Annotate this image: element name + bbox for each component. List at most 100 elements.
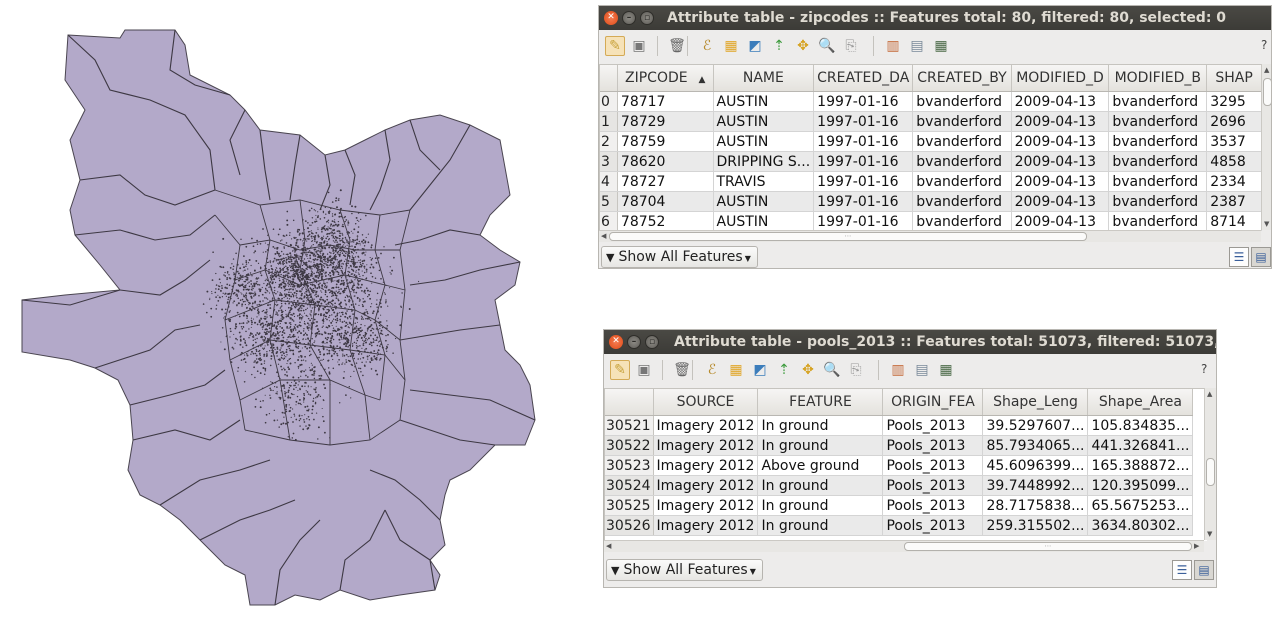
save-icon[interactable]: ▣ [634,360,654,380]
expression-select-icon[interactable]: ℰ [697,36,717,56]
table-cell[interactable]: 259.315502... [982,515,1089,536]
table-cell[interactable]: 85.7934065... [982,435,1089,456]
row-header[interactable]: 5 [600,191,618,212]
move-selection-top-icon[interactable]: ⇡ [774,360,794,380]
table-cell[interactable]: In ground [757,475,884,496]
table-view-button[interactable]: ☰ [1172,560,1192,580]
column-header[interactable]: SOURCE [653,389,759,416]
table-cell[interactable]: 78717 [617,91,714,112]
table-cell[interactable]: 165.388872... [1087,455,1194,476]
delete-icon[interactable]: 🗑 [672,360,692,380]
table-cell[interactable]: Imagery 2012 [653,515,759,536]
row-header[interactable]: 1 [600,111,618,132]
table-cell[interactable]: bvanderford [1108,131,1208,152]
table-cell[interactable]: Pools_2013 [882,515,984,536]
table-row[interactable]: 5 78704 AUSTIN 1997-01-16 bvanderford 2009-04… [600,191,1262,212]
table-cell[interactable]: In ground [757,495,884,516]
table-cell[interactable]: 2009-04-13 [1011,151,1110,172]
scroll-right-icon[interactable]: ▶ [1194,541,1199,551]
table-cell[interactable]: Imagery 2012 [653,495,759,516]
title-bar[interactable]: ✕ – ▫ Attribute table - zipcodes :: Feat… [599,6,1271,30]
table-cell[interactable]: 28.7175838... [982,495,1089,516]
maximize-button[interactable]: ▫ [640,11,654,25]
table-cell[interactable]: AUSTIN [713,131,815,152]
scrollbar-thumb[interactable] [1263,78,1271,106]
delete-column-icon[interactable]: ▥ [883,36,903,56]
attribute-grid[interactable]: ZIPCODE ▲ NAME CREATED_DA CREATED_BY MODIFIE… [599,64,1262,231]
table-view-button[interactable]: ☰ [1229,247,1249,267]
table-cell[interactable]: 2009-04-13 [1011,91,1110,112]
table-cell[interactable]: Pools_2013 [882,475,984,496]
table-row[interactable]: 4 78727 TRAVIS 1997-01-16 bvanderford 2009-04… [600,171,1262,192]
table-row[interactable]: 3 78620 DRIPPING S... 1997-01-16 bvanderford… [600,151,1262,172]
invert-selection-icon[interactable]: ◩ [745,36,765,56]
row-header[interactable]: 2 [600,131,618,152]
table-row[interactable]: 30525 Imagery 2012 In ground Pools_2013 28.7… [605,495,1194,516]
table-cell[interactable]: 2009-04-13 [1011,191,1110,212]
column-header[interactable]: SHAP [1206,65,1262,92]
vertical-scrollbar[interactable]: ▲ ▼ [1204,388,1216,540]
edit-pencil-icon[interactable]: ✎ [605,36,625,56]
table-cell[interactable]: In ground [757,515,884,536]
delete-icon[interactable]: 🗑 [667,36,687,56]
new-column-icon[interactable]: ▤ [912,360,932,380]
table-cell[interactable]: 2009-04-13 [1011,211,1110,231]
table-cell[interactable]: TRAVIS [713,171,815,192]
table-cell[interactable]: Imagery 2012 [653,475,759,496]
table-cell[interactable]: Pools_2013 [882,415,984,436]
table-cell[interactable]: 1997-01-16 [813,91,914,112]
table-cell[interactable]: 78729 [617,111,714,132]
expression-select-icon[interactable]: ℰ [702,360,722,380]
maximize-button[interactable]: ▫ [645,335,659,349]
table-cell[interactable]: 78704 [617,191,714,212]
table-cell[interactable]: 2334 [1206,171,1262,192]
table-row[interactable]: 30521 Imagery 2012 In ground Pools_2013 39.5… [605,415,1194,436]
column-header[interactable]: Shape_Area [1087,389,1194,416]
scroll-up-icon[interactable]: ▲ [1207,389,1212,399]
table-row[interactable]: 0 78717 AUSTIN 1997-01-16 bvanderford 2009-04… [600,91,1262,112]
table-cell[interactable]: 1997-01-16 [813,151,914,172]
row-header[interactable]: 30521 [605,415,654,436]
show-all-features-button[interactable]: ▼ Show All Features ▼ [601,246,758,268]
copy-rows-icon[interactable]: ⎘ [841,36,861,56]
column-header[interactable]: CREATED_DA [813,65,914,92]
table-cell[interactable]: bvanderford [912,171,1012,192]
scroll-left-icon[interactable]: ◀ [601,231,606,241]
row-header[interactable]: 30522 [605,435,654,456]
table-cell[interactable]: 120.395099... [1087,475,1194,496]
table-cell[interactable]: 105.834835... [1087,415,1194,436]
table-cell[interactable]: bvanderford [912,211,1012,231]
row-header[interactable]: 3 [600,151,618,172]
scroll-down-icon[interactable]: ▼ [1264,219,1269,229]
column-header[interactable]: NAME [713,65,815,92]
table-row[interactable]: 1 78729 AUSTIN 1997-01-16 bvanderford 2009-04… [600,111,1262,132]
column-header[interactable]: FEATURE [757,389,884,416]
table-cell[interactable]: 1997-01-16 [813,131,914,152]
table-cell[interactable]: bvanderford [912,91,1012,112]
table-cell[interactable]: 65.5675253... [1087,495,1194,516]
table-cell[interactable]: bvanderford [1108,211,1208,231]
zoom-to-selected-icon[interactable]: 🔍 [817,36,837,56]
edit-pencil-icon[interactable]: ✎ [610,360,630,380]
row-header[interactable]: 6 [600,211,618,231]
invert-selection-icon[interactable]: ◩ [750,360,770,380]
table-cell[interactable]: bvanderford [1108,91,1208,112]
corner-header[interactable] [600,65,618,92]
table-cell[interactable]: 1997-01-16 [813,171,914,192]
scroll-left-icon[interactable]: ◀ [606,541,611,551]
table-cell[interactable]: 2009-04-13 [1011,131,1110,152]
table-cell[interactable]: DRIPPING S... [713,151,815,172]
form-view-button[interactable]: ▤ [1194,560,1214,580]
close-button[interactable]: ✕ [609,335,623,349]
form-view-button[interactable]: ▤ [1251,247,1271,267]
table-cell[interactable]: AUSTIN [713,91,815,112]
table-cell[interactable]: 4858 [1206,151,1262,172]
table-cell[interactable]: bvanderford [1108,171,1208,192]
table-cell[interactable]: AUSTIN [713,191,815,212]
table-cell[interactable]: 8714 [1206,211,1262,231]
table-cell[interactable]: 3295 [1206,91,1262,112]
row-header[interactable]: 4 [600,171,618,192]
table-row[interactable]: 30526 Imagery 2012 In ground Pools_2013 259.… [605,515,1194,536]
save-icon[interactable]: ▣ [629,36,649,56]
table-cell[interactable]: 39.5297607... [982,415,1089,436]
